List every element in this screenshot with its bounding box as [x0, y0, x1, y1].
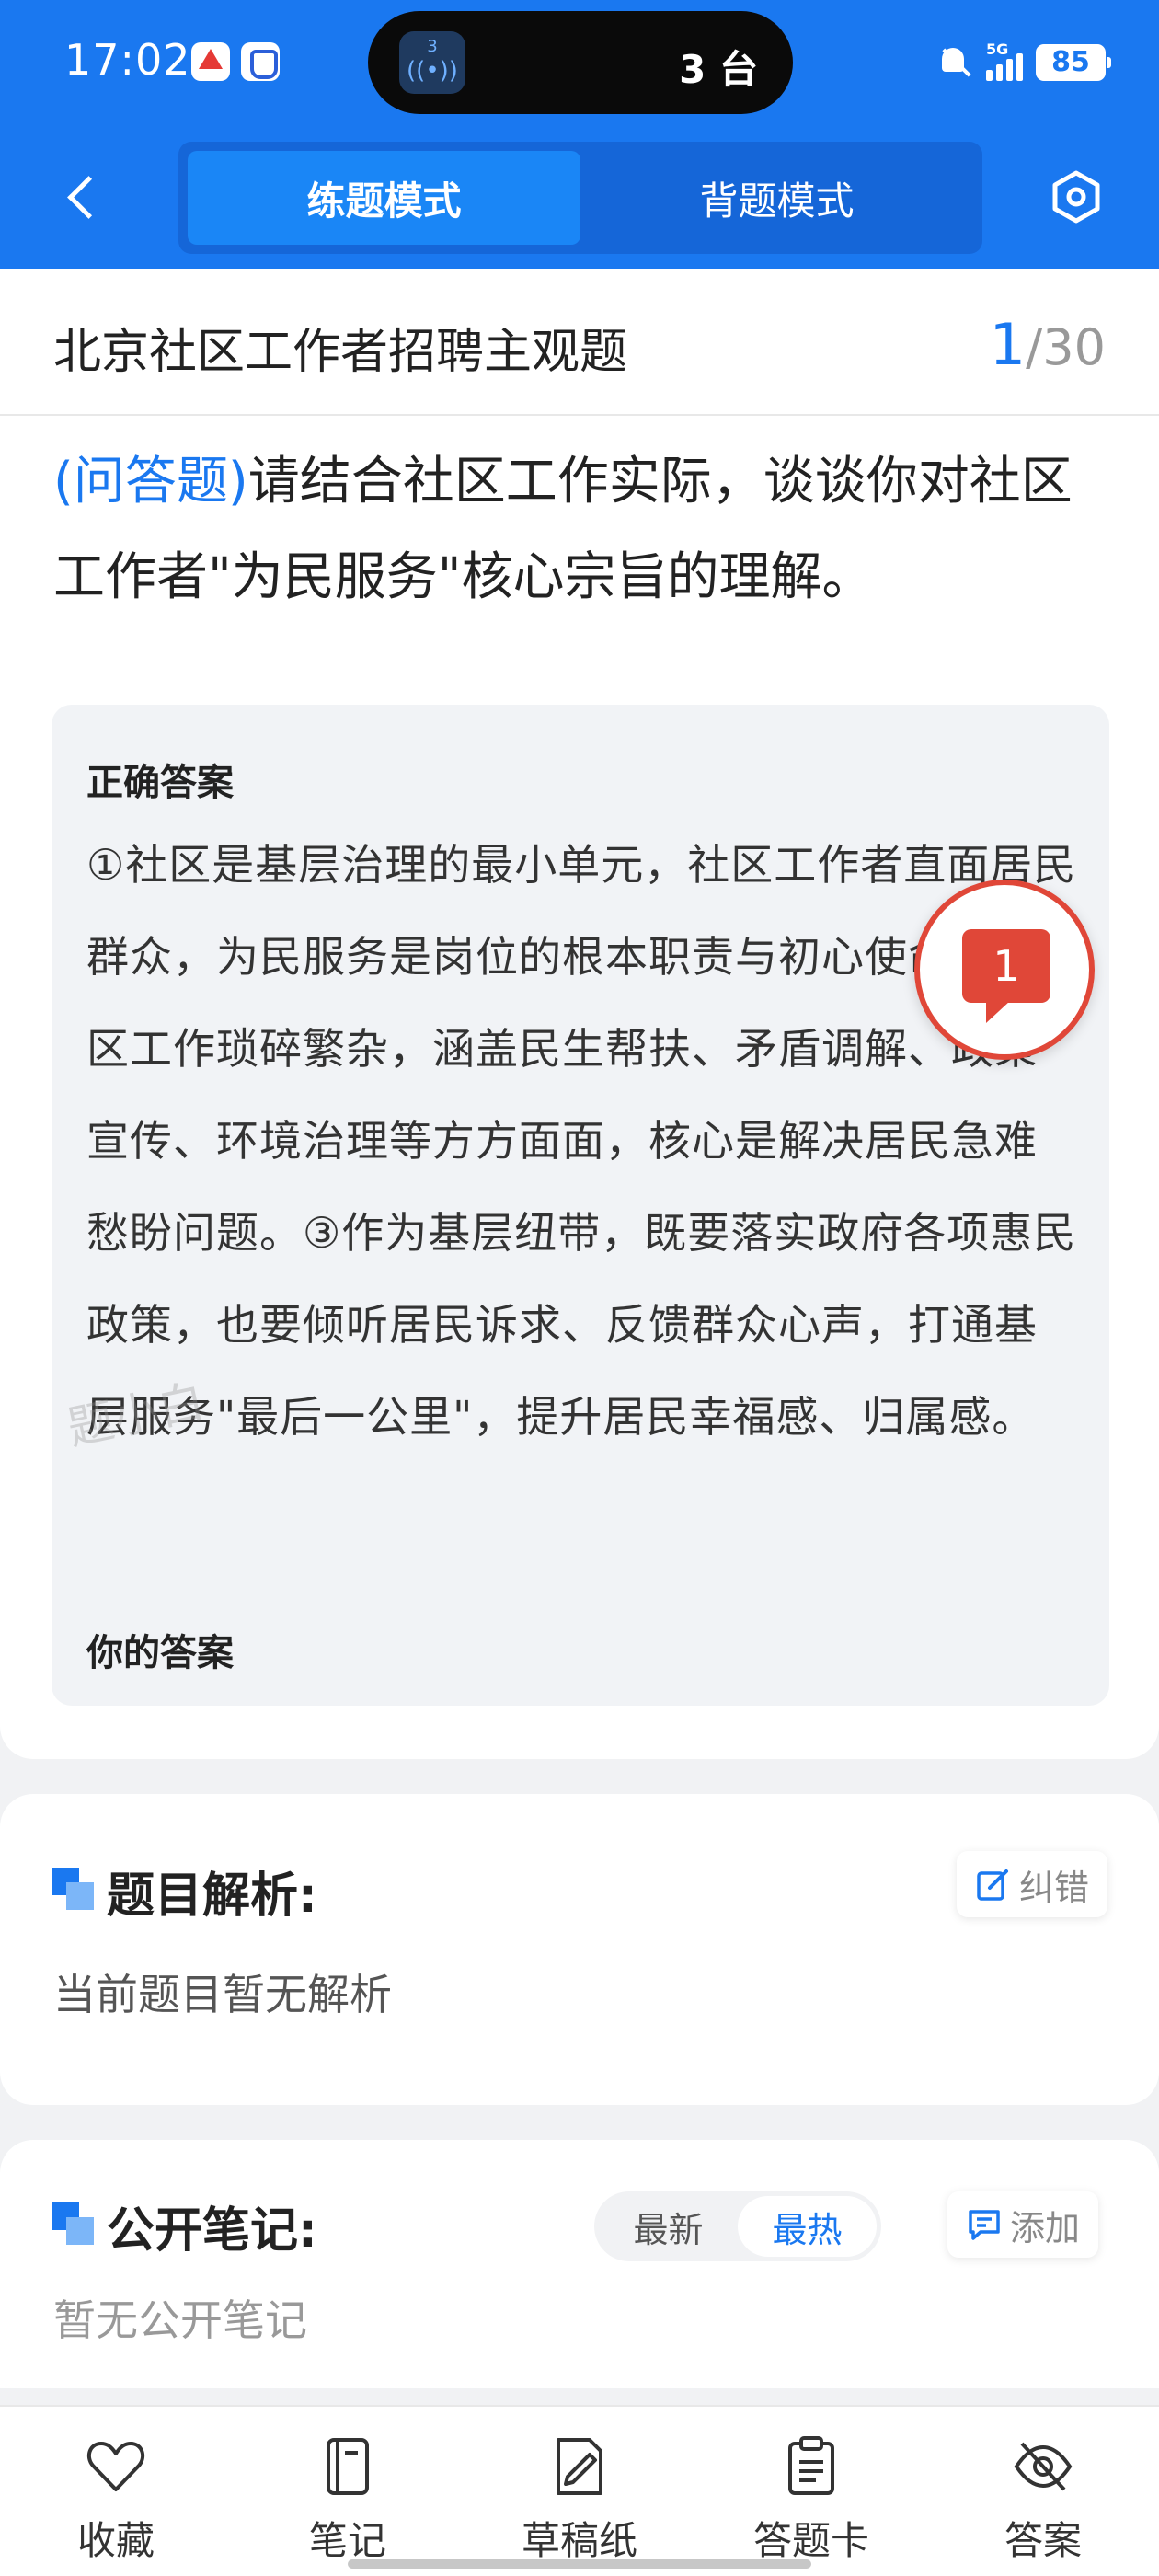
notes-label: 笔记: [308, 2518, 386, 2563]
total-count: 30: [1042, 318, 1106, 376]
chevron-left-icon[interactable]: [57, 169, 112, 224]
favorite-button[interactable]: 收藏: [0, 2407, 232, 2576]
comment-add-icon: [969, 2210, 1000, 2240]
notes-empty: 暂无公开笔记: [53, 2295, 307, 2345]
analysis-title: 题目解析:: [107, 1869, 317, 1924]
draft-paper-icon: [557, 2438, 602, 2495]
app-a-icon: [191, 42, 230, 81]
toggle-answer-button[interactable]: 答案: [927, 2407, 1159, 2576]
island-text: 3 台: [679, 47, 758, 92]
network-type: 5G: [986, 40, 1009, 58]
heart-icon: [86, 2442, 145, 2491]
bottom-toolbar: 收藏 笔记 草稿纸 答题卡 答案: [0, 2405, 1159, 2576]
analysis-empty: 当前题目暂无解析: [53, 1970, 392, 2019]
draft-paper-label: 草稿纸: [521, 2518, 637, 2563]
question-type: (问答题): [53, 452, 248, 512]
add-note-button[interactable]: 添加: [947, 2191, 1099, 2258]
section-title: 北京社区工作者招聘主观题: [53, 325, 628, 380]
question-text: (问答题)请结合社区工作实际，谈谈你对社区工作者"为民服务"核心宗旨的理解。: [53, 434, 1111, 626]
analysis-card: 题目解析: 纠错 当前题目暂无解析: [0, 1794, 1159, 2105]
island-count: 3: [427, 37, 438, 56]
header: 17:02 3 ((•)) 3 台 5G 85 练题模式 背题模式: [0, 0, 1159, 269]
answer-card-label: 答题卡: [752, 2518, 869, 2563]
correct-answer-text: ①社区是基层治理的最小单元，社区工作者直面居民群众，为民服务是岗位的根本职责与初…: [86, 840, 1077, 1442]
sort-hottest[interactable]: 最热: [738, 2196, 877, 2257]
notes-sort-toggle: 最新 最热: [594, 2191, 881, 2261]
notes-button[interactable]: 笔记: [232, 2407, 464, 2576]
question-card: 北京社区工作者招聘主观题 1/30 (问答题)请结合社区工作实际，谈谈你对社区工…: [0, 269, 1159, 1759]
draft-paper-button[interactable]: 草稿纸: [464, 2407, 695, 2576]
add-note-label: 添加: [1010, 2207, 1081, 2248]
status-bar: 17:02 3 ((•)) 3 台 5G 85: [0, 0, 1159, 129]
section-square-icon: [52, 1868, 94, 1910]
favorite-label: 收藏: [76, 2518, 155, 2563]
correct-answer-label: 正确答案: [86, 762, 234, 804]
status-icons: 5G 85: [936, 40, 1111, 85]
battery-icon: 85: [1036, 44, 1111, 81]
dynamic-island[interactable]: 3 ((•)) 3 台: [368, 11, 793, 114]
comment-badge[interactable]: 1: [914, 880, 1095, 1060]
tab-memorize-mode[interactable]: 背题模式: [580, 151, 973, 245]
answer-card-icon: [788, 2436, 834, 2495]
report-error-button[interactable]: 纠错: [957, 1851, 1108, 1917]
notes-title: 公开笔记:: [107, 2203, 317, 2259]
answer-box: 正确答案 ①社区是基层治理的最小单元，社区工作者直面居民群众，为民服务是岗位的根…: [52, 705, 1109, 1706]
home-indicator: [348, 2559, 811, 2569]
notebook-icon: [327, 2438, 369, 2495]
app-shield-icon: [241, 42, 280, 81]
edit-icon: [977, 1869, 1008, 1901]
report-error-label: 纠错: [1019, 1867, 1090, 1908]
broadcast-icon: 3 ((•)): [399, 31, 465, 94]
eye-off-icon: [1014, 2442, 1073, 2491]
hexagon-settings-icon[interactable]: [1047, 167, 1106, 226]
answer-card-button[interactable]: 答题卡: [695, 2407, 927, 2576]
section-square-icon: [52, 2202, 94, 2245]
sort-newest[interactable]: 最新: [599, 2196, 738, 2257]
comment-bubble-icon: 1: [962, 929, 1050, 1023]
question-header: 北京社区工作者招聘主观题 1/30: [0, 269, 1159, 416]
your-answer-label: 你的答案: [86, 1632, 234, 1674]
tab-practice-mode[interactable]: 练题模式: [188, 151, 580, 245]
current-index: 1: [989, 311, 1027, 378]
mode-switch: 练题模式 背题模式: [178, 142, 982, 254]
notes-card: 公开笔记: 最新 最热 添加 暂无公开笔记: [0, 2140, 1159, 2388]
question-counter: 1/30: [990, 311, 1106, 378]
nav-bar: 练题模式 背题模式: [0, 138, 1159, 258]
answer-label: 答案: [1004, 2518, 1082, 2563]
status-time: 17:02: [64, 35, 191, 85]
signal-icon: 5G: [986, 40, 1023, 81]
counter-separator: /: [1026, 318, 1043, 376]
bell-muted-icon: [936, 44, 973, 81]
